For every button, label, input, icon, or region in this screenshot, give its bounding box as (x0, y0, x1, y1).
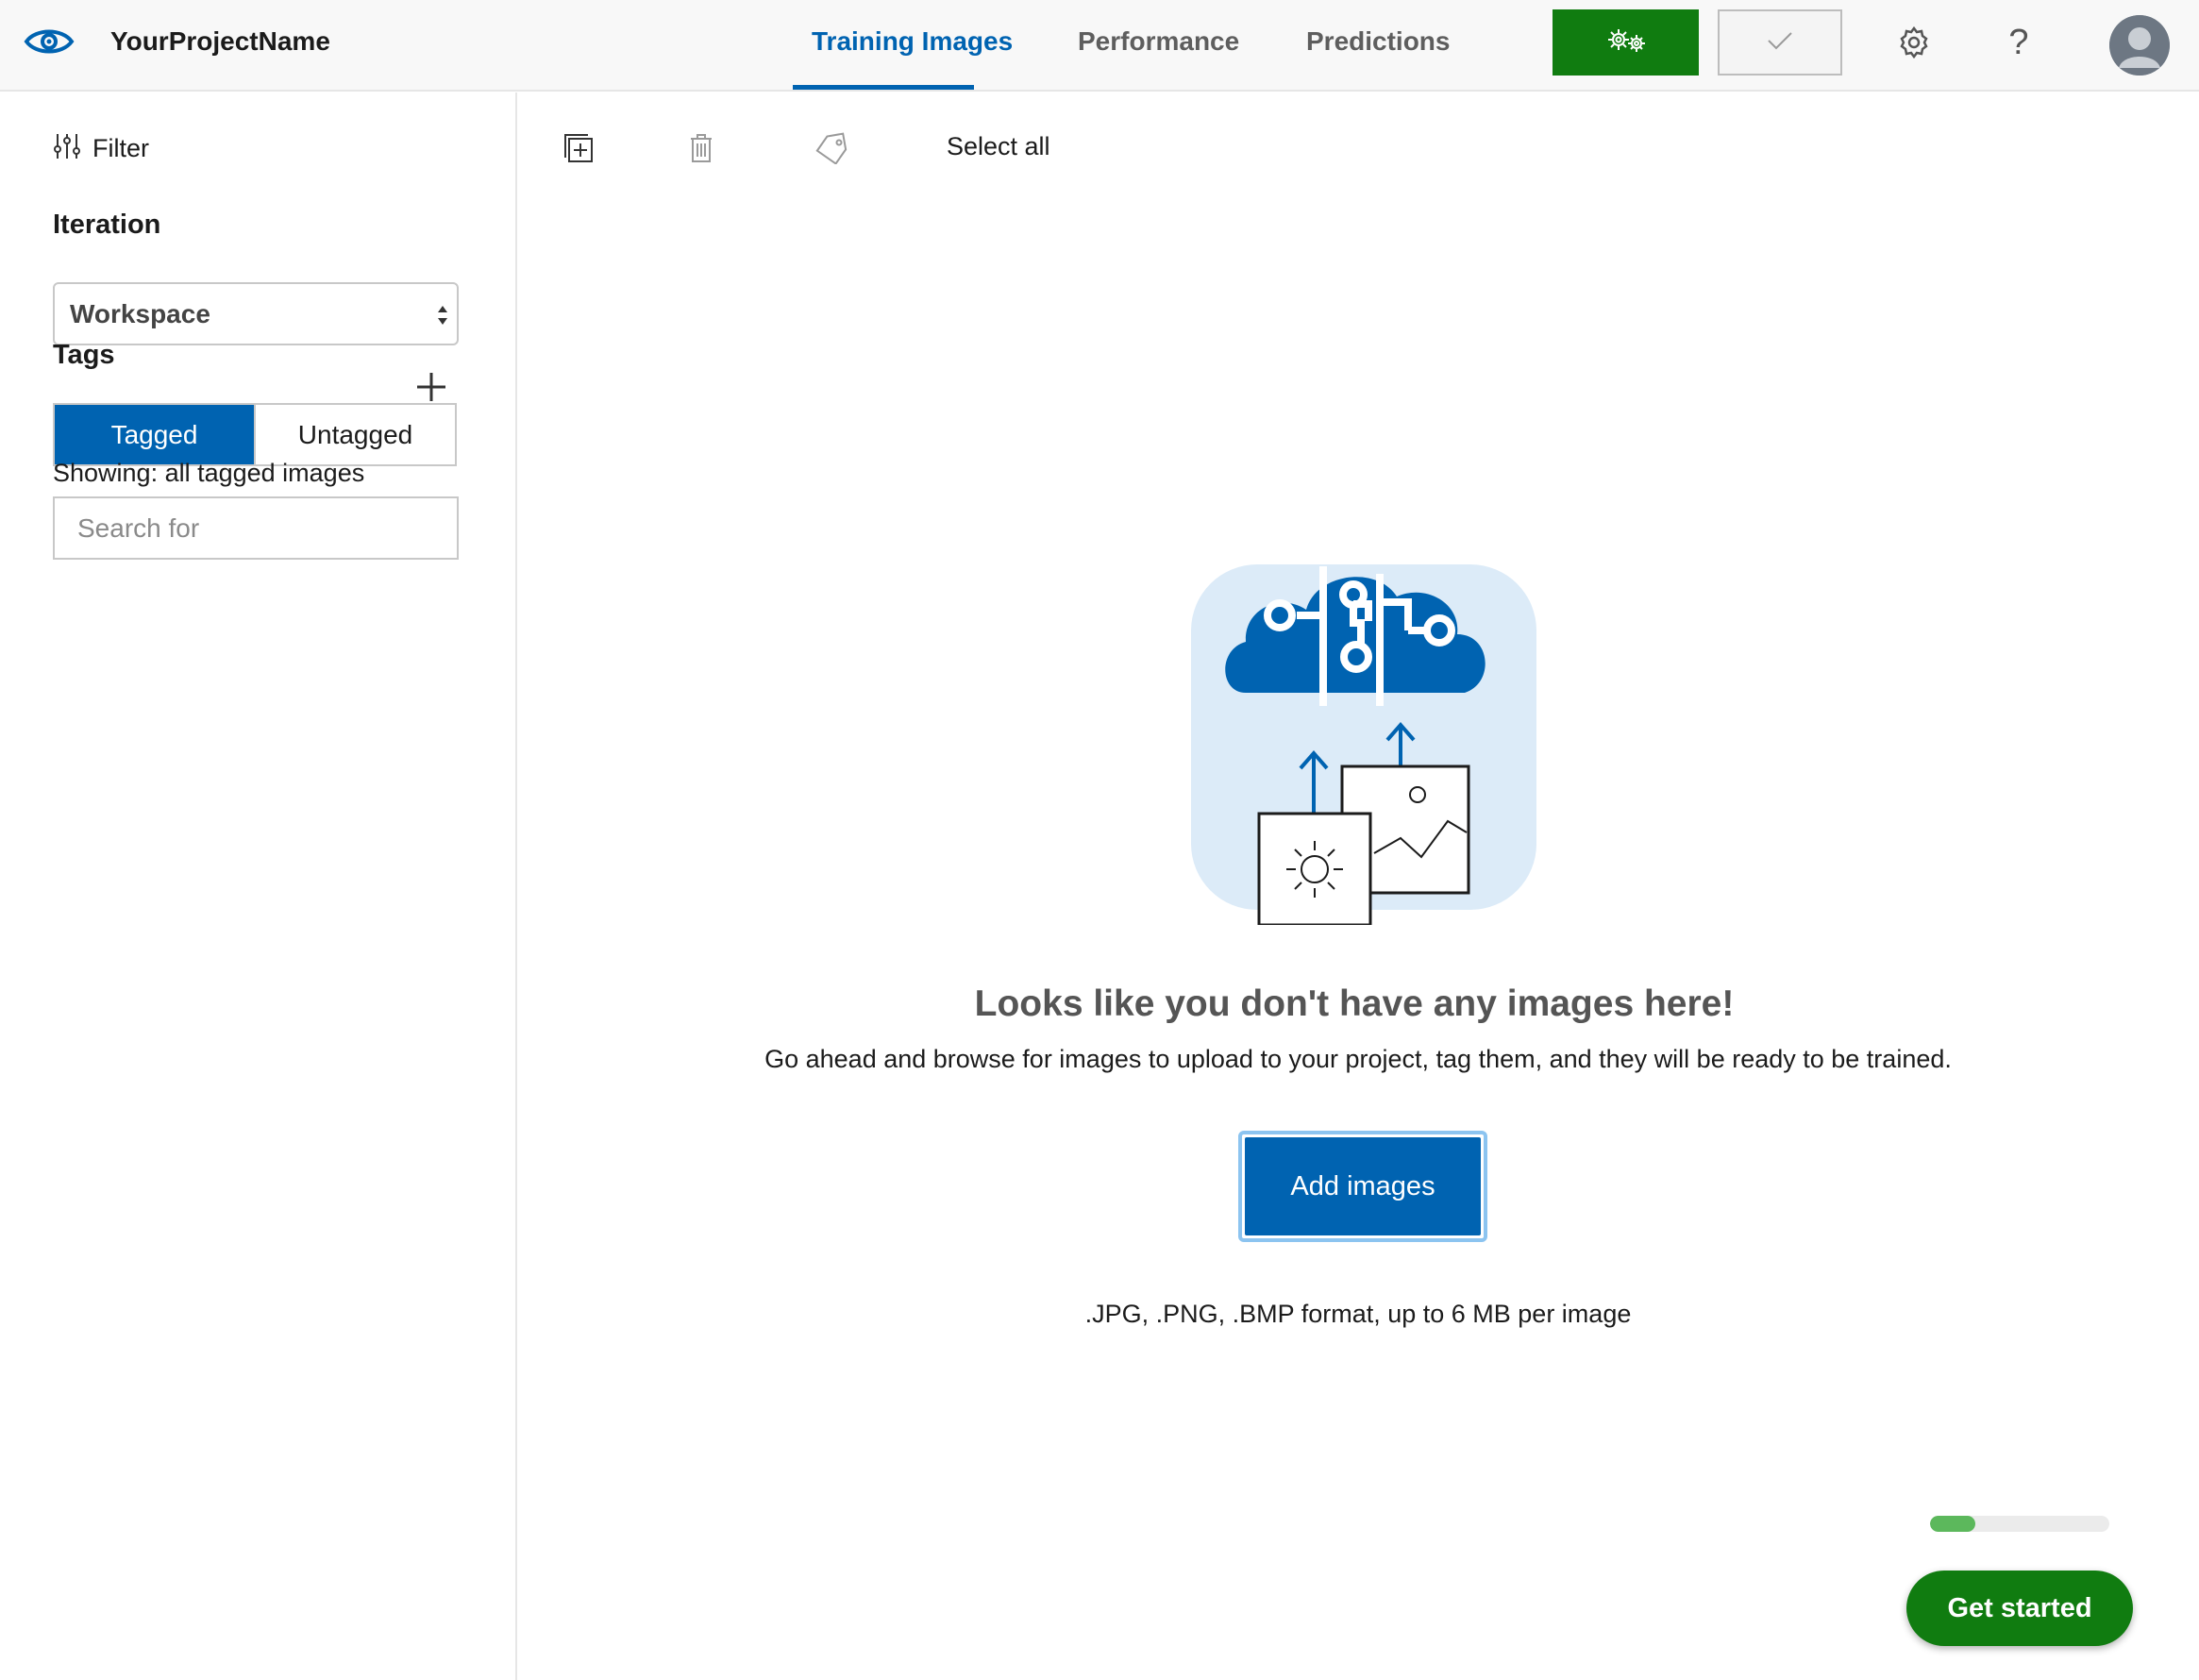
add-images-icon[interactable] (561, 130, 596, 166)
filter-sliders-icon (53, 132, 81, 165)
tagged-untagged-toggle: Tagged Untagged (53, 403, 457, 466)
iteration-select[interactable]: Workspace (53, 282, 459, 345)
tab-performance[interactable]: Performance (1078, 26, 1239, 57)
help-icon[interactable]: ? (1997, 21, 2040, 64)
tags-heading: Tags (53, 340, 115, 370)
add-tag-icon[interactable] (415, 371, 447, 403)
showing-status: Showing: all tagged images (53, 459, 365, 487)
gears-icon (1602, 26, 1651, 59)
empty-state-title: Looks like you don't have any images her… (0, 983, 2199, 1025)
filter-label: Filter (92, 134, 149, 162)
custom-vision-eye-icon[interactable] (23, 21, 76, 62)
tagged-toggle-button[interactable]: Tagged (55, 405, 254, 464)
empty-state-title-text: Looks like you don't have any images her… (974, 983, 1735, 1024)
onboarding-progress-fill (1930, 1516, 1975, 1532)
active-tab-indicator (793, 85, 974, 90)
trash-icon[interactable] (683, 130, 719, 166)
top-bar: YourProjectName Training Images Performa… (0, 0, 2199, 92)
iteration-heading: Iteration (53, 210, 161, 240)
onboarding-progress-bar (1930, 1516, 2109, 1532)
tab-training-images[interactable]: Training Images (812, 26, 1013, 57)
train-button[interactable] (1553, 9, 1699, 76)
add-images-button[interactable]: Add images (1238, 1131, 1487, 1242)
checkmark-icon (1766, 30, 1794, 56)
empty-state-description: Go ahead and browse for images to upload… (764, 1045, 1952, 1073)
avatar[interactable] (2109, 15, 2170, 76)
tag-search-input[interactable] (53, 496, 459, 560)
quick-test-button[interactable] (1718, 9, 1842, 76)
sidebar: Filter Iteration Workspace Tags Tagged U… (0, 92, 517, 1680)
get-started-button[interactable]: Get started (1906, 1571, 2133, 1646)
tag-icon[interactable] (814, 130, 849, 166)
upload-illustration (1191, 555, 1538, 927)
select-all-button[interactable]: Select all (947, 132, 1050, 161)
add-images-button-label: Add images (1245, 1137, 1481, 1235)
select-arrows-icon (436, 301, 449, 329)
filter-toggle[interactable]: Filter (53, 132, 149, 165)
project-name[interactable]: YourProjectName (110, 26, 330, 57)
tab-predictions[interactable]: Predictions (1306, 26, 1450, 57)
untagged-toggle-button[interactable]: Untagged (254, 405, 455, 464)
gear-icon[interactable] (1892, 21, 1936, 64)
format-note: .JPG, .PNG, .BMP format, up to 6 MB per … (1084, 1300, 1632, 1328)
iteration-select-value: Workspace (70, 298, 210, 328)
